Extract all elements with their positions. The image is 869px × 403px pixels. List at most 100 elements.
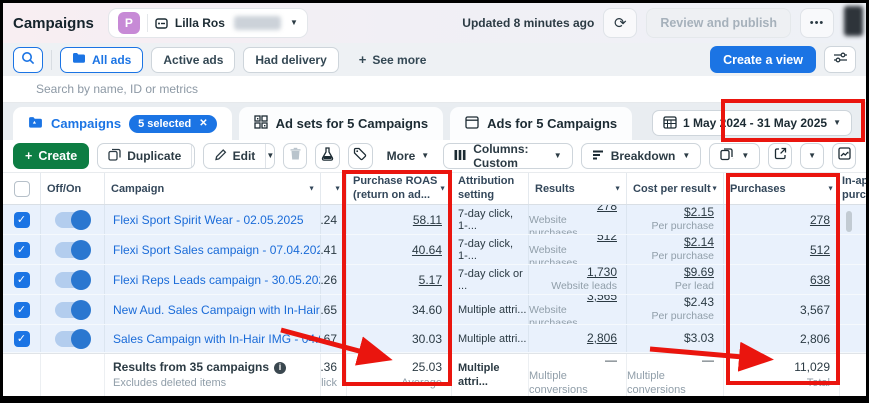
tab-ads[interactable]: Ads for 5 Campaigns	[450, 107, 632, 140]
column-header-results[interactable]: Results ▼	[529, 173, 627, 204]
campaign-link[interactable]: New Aud. Sales Campaign with In-Hair IMG…	[113, 303, 321, 317]
campaign-on-off-toggle[interactable]	[55, 331, 90, 347]
vertical-scrollbar[interactable]	[846, 211, 852, 232]
create-label: Create	[38, 149, 77, 163]
cost-sub-label: Per purchase	[652, 250, 714, 263]
more-menu-button[interactable]: More ▼	[381, 149, 436, 163]
refresh-icon: ⟳	[614, 14, 627, 32]
column-header-campaign[interactable]: Campaign ▼	[105, 173, 321, 204]
row-toggle-cell	[41, 205, 105, 234]
cost-value[interactable]: $2.14	[684, 235, 714, 250]
date-range-selector[interactable]: 1 May 2024 - 31 May 2025 ▼	[652, 110, 852, 136]
updated-status: Updated 8 minutes ago	[462, 16, 594, 30]
filter-had-delivery[interactable]: Had delivery	[243, 47, 338, 73]
clear-selection-icon[interactable]: ✕	[199, 118, 207, 129]
more-options-button[interactable]: •••	[800, 8, 834, 38]
columns-button[interactable]: Columns: Custom ▼	[443, 143, 572, 169]
results-sub-label: Website purchases	[529, 304, 617, 324]
export-dropdown-button[interactable]: ▼	[800, 143, 824, 169]
reports-button[interactable]: ▼	[709, 143, 760, 169]
charts-button[interactable]	[832, 143, 856, 169]
results-cell: 3,565Website purchases	[529, 295, 627, 324]
cost-per-result-cell: $2.43Per purchase	[627, 295, 724, 324]
tab-adsets[interactable]: Ad sets for 5 Campaigns	[239, 107, 443, 140]
calendar-icon	[663, 115, 677, 132]
attribution-cell: 7-day click or ...	[452, 265, 529, 294]
create-button[interactable]: + Create	[13, 143, 89, 169]
results-value[interactable]: 512	[597, 235, 617, 244]
search-filter-button[interactable]	[13, 47, 43, 73]
results-sub-label: Website leads	[551, 280, 617, 293]
edit-dropdown[interactable]: ▼	[266, 144, 274, 168]
filter-all-ads[interactable]: All ads	[60, 47, 143, 73]
row-checkbox[interactable]: ✓	[14, 242, 30, 258]
results-value[interactable]: 3,565	[587, 295, 617, 304]
search-input[interactable]	[36, 82, 617, 96]
results-value[interactable]: 278	[597, 205, 617, 214]
purchases-value[interactable]: 512	[810, 243, 830, 257]
tab-campaigns[interactable]: Campaigns 5 selected ✕	[13, 107, 232, 140]
in-app-cell	[840, 295, 866, 324]
roas-value[interactable]: 5.17	[419, 273, 442, 287]
purchases-value[interactable]: 638	[810, 273, 830, 287]
row-checkbox[interactable]: ✓	[14, 212, 30, 228]
account-selector[interactable]: P Lilla Ros ▼	[108, 8, 308, 38]
roas-value[interactable]: 58.11	[413, 213, 442, 227]
campaign-link[interactable]: Sales Campaign with In-Hair IMG - 04.04.…	[113, 332, 321, 346]
chevron-down-icon: ▼	[439, 185, 446, 192]
campaign-link[interactable]: Flexi Sport Spirit Wear - 02.05.2025	[113, 213, 304, 227]
column-header-cost-per-result[interactable]: Cost per result ▼	[627, 173, 724, 204]
campaign-link[interactable]: Flexi Reps Leads campaign - 30.05.2024	[113, 273, 321, 287]
column-header-purchase-roas[interactable]: Purchase ROAS (return on ad... ▼	[347, 173, 452, 204]
filter-active-ads[interactable]: Active ads	[151, 47, 235, 73]
in-app-cell	[840, 205, 866, 234]
purchases-value[interactable]: 278	[810, 213, 830, 227]
cost-per-result-cell: $3.03	[627, 325, 724, 352]
action-toolbar: + Create Duplicate ▼ Edit ▼	[3, 140, 866, 173]
purchases-cell: 3,567	[724, 295, 840, 324]
results-value[interactable]: 1,730	[587, 265, 617, 280]
chevron-down-icon: ▼	[266, 152, 274, 160]
cost-value[interactable]: $9.69	[684, 265, 714, 280]
column-header-clipped[interactable]: ▼	[321, 173, 347, 204]
campaign-on-off-toggle[interactable]	[55, 302, 90, 318]
duplicate-dropdown[interactable]: ▼	[192, 144, 194, 168]
cost-value[interactable]: $2.15	[684, 205, 714, 220]
campaign-on-off-toggle[interactable]	[55, 242, 90, 258]
selection-badge: 5 selected ✕	[129, 115, 217, 133]
purchases-total-value: 11,029	[794, 360, 830, 376]
row-checkbox[interactable]: ✓	[14, 272, 30, 288]
purchases-cell: 278	[724, 205, 840, 234]
export-button[interactable]	[768, 143, 792, 169]
chevron-down-icon: ▼	[741, 152, 749, 160]
view-settings-button[interactable]	[824, 46, 856, 73]
breakdown-label: Breakdown	[611, 149, 676, 163]
create-a-view-button[interactable]: Create a view	[710, 46, 816, 73]
delete-button[interactable]	[283, 143, 308, 169]
column-header-purchases[interactable]: Purchases ▼	[724, 173, 840, 204]
tag-button[interactable]	[348, 143, 373, 169]
review-and-publish-button[interactable]: Review and publish	[646, 8, 791, 38]
duplicate-button[interactable]: Duplicate	[98, 144, 192, 168]
breakdown-button[interactable]: Breakdown ▼	[581, 143, 702, 169]
top-bar: Campaigns P Lilla Ros ▼ Updated 8 minute…	[3, 3, 866, 43]
campaign-link[interactable]: Flexi Sport Sales campaign - 07.04.2025	[113, 243, 321, 257]
refresh-button[interactable]: ⟳	[603, 8, 637, 38]
row-checkbox[interactable]: ✓	[14, 302, 30, 318]
footer-cost-cell: — Multiple conversions	[627, 354, 724, 396]
campaign-on-off-toggle[interactable]	[55, 212, 90, 228]
footer-value: .36	[321, 360, 337, 376]
trash-icon	[289, 147, 302, 166]
row-checkbox[interactable]: ✓	[14, 331, 30, 347]
select-all-checkbox[interactable]	[14, 181, 30, 197]
ab-test-button[interactable]	[315, 143, 340, 169]
edit-button[interactable]: Edit	[204, 144, 267, 168]
see-more-button[interactable]: + See more	[347, 47, 439, 73]
clipped-metric-cell: .24	[321, 205, 347, 234]
results-value[interactable]: 2,806	[587, 331, 617, 346]
duplicate-label: Duplicate	[127, 149, 181, 163]
chevron-down-icon: ▼	[554, 152, 562, 160]
campaign-on-off-toggle[interactable]	[55, 272, 90, 288]
roas-value[interactable]: 40.64	[412, 243, 442, 257]
info-icon[interactable]: i	[274, 362, 286, 374]
